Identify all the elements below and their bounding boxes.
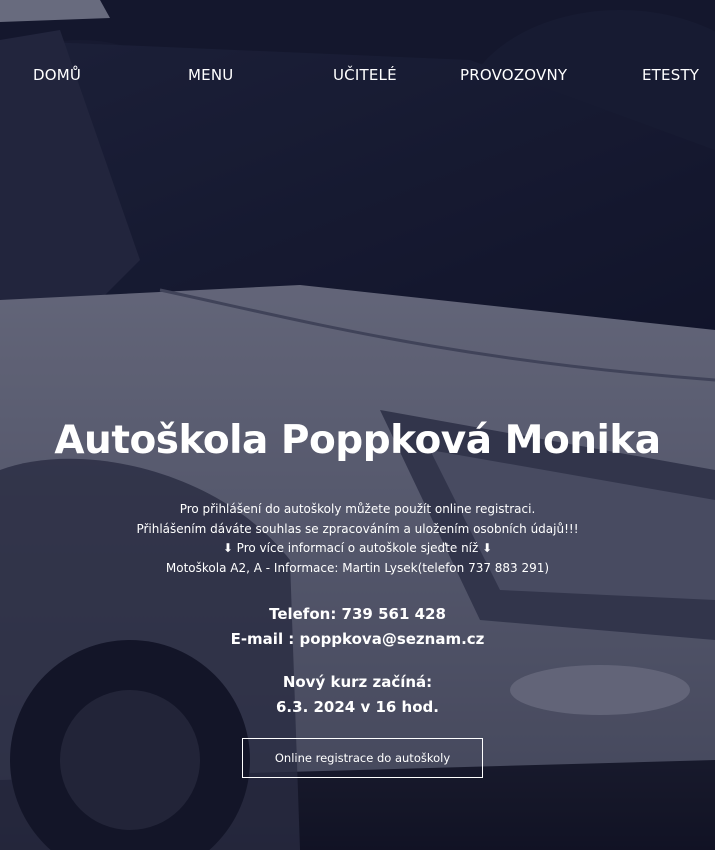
online-registration-button[interactable]: Online registrace do autoškoly [242, 738, 483, 778]
nav-branches[interactable]: PROVOZOVNY [460, 66, 567, 84]
info-line-motorcycle: Motoškola A2, A - Informace: Martin Lyse… [165, 560, 550, 575]
nav-home[interactable]: DOMŮ [33, 66, 81, 84]
phone-text: Telefon: 739 561 428 [269, 605, 446, 623]
contact-info: Telefon: 739 561 428 E-mail : poppkova@s… [0, 602, 715, 652]
course-date: 6.3. 2024 v 16 hod. [276, 698, 439, 716]
email-text: E-mail : poppkova@seznam.cz [230, 630, 485, 648]
course-info: Nový kurz začíná: 6.3. 2024 v 16 hod. [0, 670, 715, 720]
page: DOMŮ MENU UČITELÉ PROVOZOVNY ETESTY Auto… [0, 0, 715, 850]
course-heading: Nový kurz začíná: [282, 673, 433, 691]
registration-info: Pro přihlášení do autoškoly můžete použí… [0, 500, 715, 578]
page-title: Autoškola Poppková Monika [54, 418, 661, 463]
info-line-registration: Pro přihlášení do autoškoly můžete použí… [179, 502, 536, 516]
info-line-scroll-hint: ⬇ Pro více informací o autoškole sjeďte … [222, 541, 493, 555]
nav-menu[interactable]: MENU [188, 66, 233, 84]
nav-teachers[interactable]: UČITELÉ [333, 66, 397, 84]
info-line-consent: Přihlášením dáváte souhlas se zpracování… [136, 521, 579, 536]
main-nav: DOMŮ MENU UČITELÉ PROVOZOVNY ETESTY [0, 66, 715, 90]
nav-etests[interactable]: ETESTY [642, 66, 699, 84]
